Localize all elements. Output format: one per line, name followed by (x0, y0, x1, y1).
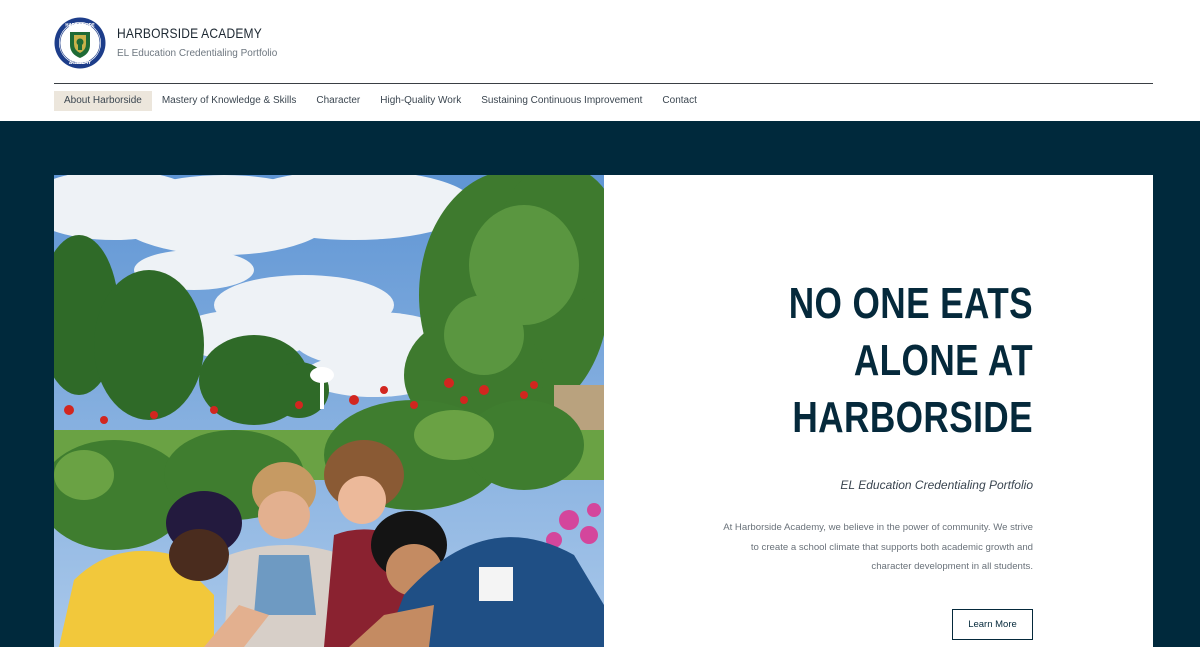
learn-more-button[interactable]: Learn More (952, 609, 1033, 640)
hero-section: NO ONE EATS ALONE AT HARBORSIDE EL Educa… (0, 121, 1200, 647)
site-tagline: EL Education Credentialing Portfolio (117, 48, 278, 59)
site-title[interactable]: HARBORSIDE ACADEMY (117, 25, 262, 41)
nav-item-about-harborside[interactable]: About Harborside (54, 91, 152, 111)
headline-line-3: HARBORSIDE (792, 393, 1033, 442)
headline-line-2: ALONE AT (853, 336, 1033, 385)
school-crest-logo[interactable]: HARBORSIDE ACADEMY (54, 17, 106, 69)
students-gardening-image (54, 175, 604, 647)
nav-item-character[interactable]: Character (306, 91, 370, 111)
header-divider (54, 83, 1153, 84)
site-header: HARBORSIDE ACADEMY HARBORSIDE ACADEMY EL… (0, 0, 1200, 121)
nav-item-sustaining-improvement[interactable]: Sustaining Continuous Improvement (471, 91, 652, 111)
svg-text:HARBORSIDE: HARBORSIDE (65, 23, 95, 28)
svg-text:ACADEMY: ACADEMY (69, 60, 91, 65)
headline-line-1: NO ONE EATS (788, 279, 1033, 328)
hero-headline: NO ONE EATS ALONE AT HARBORSIDE (745, 275, 1033, 446)
hero-card: NO ONE EATS ALONE AT HARBORSIDE EL Educa… (604, 175, 1153, 647)
hero-body-text: At Harborside Academy, we believe in the… (723, 522, 1033, 572)
nav-item-mastery[interactable]: Mastery of Knowledge & Skills (152, 91, 307, 111)
hero-photo (54, 175, 604, 647)
nav-item-high-quality-work[interactable]: High-Quality Work (370, 91, 471, 111)
hero-subtitle: EL Education Credentialing Portfolio (840, 478, 1033, 492)
main-nav: About Harborside Mastery of Knowledge & … (54, 91, 707, 111)
nav-item-contact[interactable]: Contact (652, 91, 706, 111)
